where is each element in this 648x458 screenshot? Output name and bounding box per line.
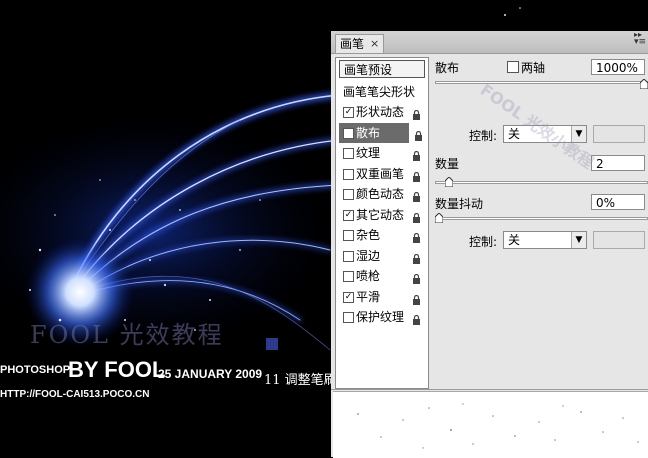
photoshop-tag: PHOTOSHOP [0, 364, 71, 376]
option-checkbox[interactable]: ✓ [343, 291, 354, 303]
lock-icon[interactable] [412, 106, 421, 120]
lock-icon[interactable] [412, 188, 421, 202]
chevron-down-icon: ▼ [571, 232, 586, 248]
brush-tip-shape-item[interactable]: 画笔笔尖形状 [339, 82, 429, 102]
option-checkbox[interactable] [343, 148, 354, 159]
option-checkbox[interactable] [343, 271, 354, 282]
brush-option-item[interactable]: ✓ 散布 [339, 122, 422, 143]
lock-icon[interactable] [412, 147, 421, 161]
control-select-2[interactable]: 关 ▼ [503, 231, 587, 249]
lock-icon[interactable] [414, 127, 423, 141]
count-label: 数量 [435, 157, 460, 171]
lock-icon[interactable] [412, 209, 421, 223]
option-label: 形状动态 [356, 105, 405, 119]
tab-brush[interactable]: 画笔 × [335, 34, 385, 53]
divider [331, 389, 648, 390]
lock-icon[interactable] [412, 270, 421, 284]
tab-label: 画笔 [340, 37, 365, 51]
option-label: 双重画笔 [356, 166, 405, 181]
count-slider[interactable] [435, 181, 648, 184]
lock-icon[interactable] [412, 229, 421, 243]
option-checkbox[interactable]: ✓ [343, 107, 354, 118]
count-jitter-value-field[interactable]: 0% [591, 194, 645, 210]
option-label: 其它动态 [356, 207, 405, 222]
option-checkbox[interactable] [343, 168, 354, 180]
option-label: 散布 [356, 125, 381, 140]
brush-option-item[interactable]: 颜色动态 [339, 184, 425, 204]
count-jitter-slider[interactable] [435, 217, 648, 220]
option-checkbox[interactable]: ✓ [343, 209, 354, 221]
brush-option-item[interactable]: ✓ 其它动态 [339, 205, 425, 225]
scatter-settings: 散布 两轴 1000% 控制: 关 ▼ 数量 2 数量抖动 0% 控制: 关 ▼… [431, 53, 648, 393]
brush-option-item[interactable]: 湿边 [339, 246, 425, 266]
step-caption: 11 调整笔刷 [264, 373, 337, 388]
date-label: 25 JANUARY 2009 [158, 367, 263, 381]
brush-option-item[interactable]: 喷枪 [339, 266, 425, 286]
scatter-slider-thumb[interactable] [640, 79, 648, 89]
option-label: 杂色 [356, 228, 381, 242]
option-label: 颜色动态 [356, 187, 405, 201]
scatter-value-field[interactable]: 1000% [591, 59, 645, 75]
brush-option-item[interactable]: 纹理 [339, 143, 425, 163]
watermark-text: FOOL 光效教程 [30, 321, 224, 349]
count-slider-thumb[interactable] [445, 177, 454, 187]
option-label: 湿边 [356, 248, 381, 263]
count-jitter-slider-thumb[interactable] [435, 213, 443, 223]
close-icon[interactable]: × [370, 35, 379, 53]
brush-options-list: 画笔预设 画笔笔尖形状 ✓ 形状动态 ✓ 散布 纹理 双重画笔 颜色动态 ✓ 其它动态 杂色 湿边喷… [335, 57, 429, 389]
option-checkbox[interactable] [343, 230, 354, 241]
control-select-2-value: 关 [508, 233, 521, 247]
brush-option-item[interactable]: 保护纹理 [339, 307, 425, 327]
control-select-1-value: 关 [508, 127, 521, 141]
option-checkbox[interactable] [343, 189, 354, 200]
option-checkbox[interactable] [343, 312, 354, 323]
panel-titlebar: 画笔 × ▸▸ ▾≡ [331, 30, 648, 54]
lock-icon[interactable] [412, 168, 421, 182]
brush-option-item[interactable]: ✓ 形状动态 [339, 102, 425, 122]
lock-icon[interactable] [412, 291, 421, 305]
brush-presets-button[interactable]: 画笔预设 [339, 60, 425, 78]
brush-stroke-preview [333, 391, 648, 458]
control-param-2 [593, 231, 645, 249]
author-title: BY FOOL [68, 357, 166, 382]
scatter-label: 散布 [435, 61, 460, 75]
brush-panel: 画笔 × ▸▸ ▾≡ 画笔预设 画笔笔尖形状 ✓ 形状动态 ✓ 散布 纹理 双重画笔 颜色动… [331, 30, 648, 458]
count-jitter-label: 数量抖动 [435, 197, 484, 211]
site-url: HTTP://FOOL-CAI513.POCO.CN [0, 389, 150, 400]
brush-option-item[interactable]: ✓ 平滑 [339, 287, 425, 307]
option-checkbox[interactable]: ✓ [343, 127, 354, 139]
both-axes-checkbox[interactable] [507, 61, 519, 73]
option-label: 喷枪 [356, 269, 381, 283]
scatter-slider[interactable] [435, 81, 648, 84]
control-label-2: 控制: [469, 235, 498, 249]
panel-menu-icon[interactable]: ▾≡ [634, 37, 646, 47]
brush-option-item[interactable]: 双重画笔 [339, 164, 425, 184]
control-label-1: 控制: [469, 129, 498, 143]
option-label: 保护纹理 [356, 310, 405, 324]
watermark-square [266, 338, 278, 350]
both-axes-label: 两轴 [521, 61, 546, 75]
count-value-field[interactable]: 2 [591, 155, 645, 171]
option-label: 纹理 [356, 146, 381, 160]
brush-option-item[interactable]: 杂色 [339, 225, 425, 245]
control-param-1 [593, 125, 645, 143]
lock-icon[interactable] [412, 311, 421, 325]
lock-icon[interactable] [412, 250, 421, 264]
option-checkbox[interactable] [343, 250, 354, 262]
option-label: 平滑 [356, 289, 381, 304]
